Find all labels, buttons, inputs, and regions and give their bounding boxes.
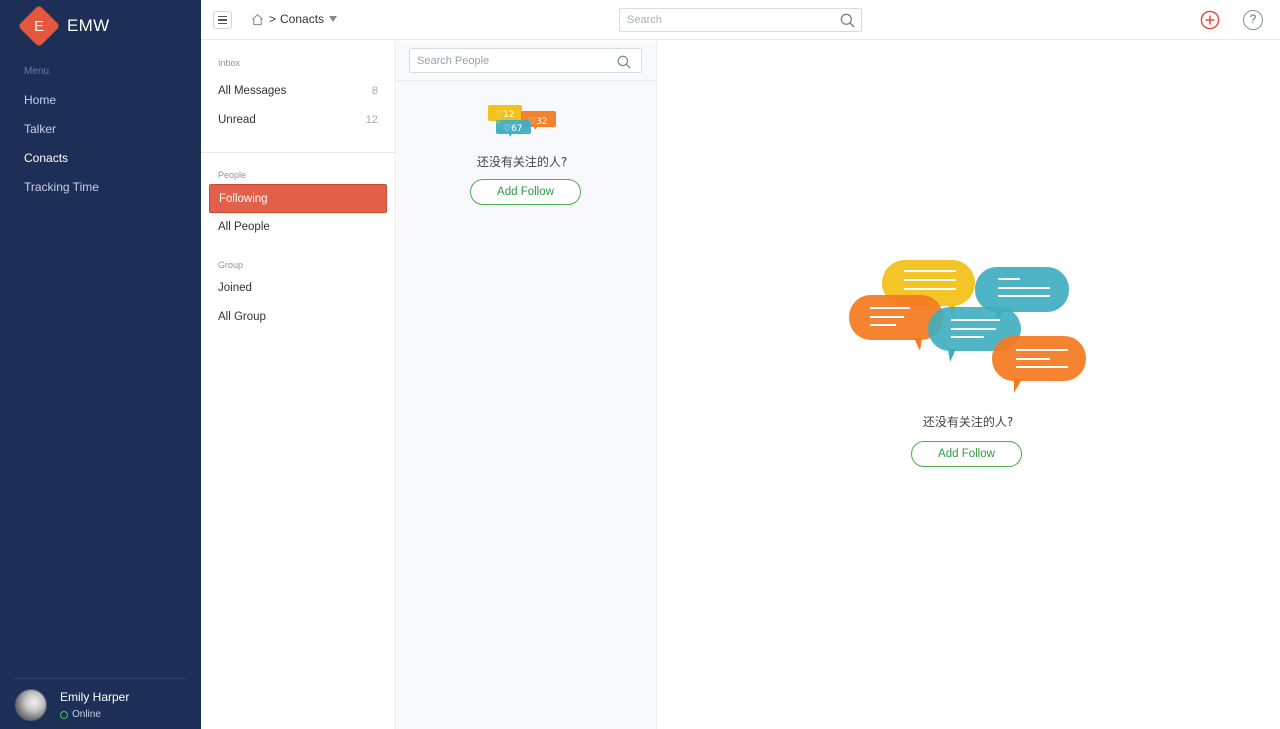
- user-profile[interactable]: Emily Harper Online: [14, 678, 186, 729]
- nav-item-tracking-time[interactable]: Tracking Time: [0, 173, 201, 202]
- badge-followers: ♡67: [503, 124, 523, 134]
- unread-count: 12: [365, 114, 378, 126]
- message-count: 8: [371, 85, 378, 97]
- nav-item-home[interactable]: Home: [0, 86, 201, 115]
- empty-state-text: 还没有关注的人?: [476, 155, 568, 169]
- chat-bubbles-illustration: [849, 260, 1086, 393]
- online-status-icon: [60, 710, 68, 719]
- badge-comments: ♡32: [528, 117, 548, 127]
- inbox-heading: Inbox: [218, 58, 241, 68]
- contacts-subnav: Inbox All Messages 8 Unread 12 People Fo…: [201, 41, 396, 729]
- people-section: People Following All People: [201, 153, 395, 242]
- global-search-input[interactable]: [620, 9, 830, 31]
- subnav-item-label: Unread: [218, 114, 256, 126]
- group-section: Group Joined All Group: [201, 242, 395, 332]
- brand-logo: E: [17, 4, 61, 48]
- nav-item-conacts[interactable]: Conacts: [0, 144, 201, 173]
- subnav-item-label: All Messages: [218, 85, 287, 97]
- sidebar: E EMW Menu Home Talker Conacts Tracking …: [0, 0, 201, 729]
- search-icon[interactable]: [840, 13, 855, 28]
- brand-name: EMW: [67, 16, 110, 35]
- people-heading: People: [218, 170, 247, 180]
- user-name: Emily Harper: [60, 690, 130, 704]
- people-search: [409, 48, 642, 73]
- search-icon[interactable]: [617, 55, 631, 69]
- nav-item-talker[interactable]: Talker: [0, 115, 201, 144]
- breadcrumb-current[interactable]: Conacts: [280, 12, 324, 26]
- user-status: Online: [60, 709, 101, 720]
- inbox-section: Inbox All Messages 8 Unread 12: [201, 41, 395, 153]
- user-status-label: Online: [72, 709, 101, 720]
- main-content: 还没有关注的人? Add Follow: [658, 41, 1280, 729]
- top-bar: > Conacts ?: [201, 0, 1280, 40]
- breadcrumb-separator: >: [269, 12, 277, 26]
- add-icon[interactable]: [1200, 10, 1220, 30]
- subnav-item-all-group[interactable]: All Group: [201, 303, 395, 332]
- brand-logo-letter: E: [33, 17, 44, 35]
- subnav-item-unread[interactable]: Unread 12: [201, 106, 395, 135]
- social-badges-illustration: ♡12 ♡32 ♡67: [488, 105, 556, 137]
- chevron-down-icon[interactable]: [329, 16, 338, 22]
- group-heading: Group: [218, 260, 244, 270]
- add-follow-button[interactable]: Add Follow: [911, 441, 1022, 467]
- add-follow-button[interactable]: Add Follow: [470, 179, 581, 205]
- main-nav: Home Talker Conacts Tracking Time: [0, 86, 201, 202]
- subnav-item-all-messages[interactable]: All Messages 8: [201, 77, 395, 106]
- badge-likes: ♡12: [495, 110, 515, 120]
- people-search-input[interactable]: [410, 49, 605, 72]
- subnav-item-all-people[interactable]: All People: [201, 213, 395, 242]
- menu-toggle-button[interactable]: [213, 11, 232, 29]
- help-icon[interactable]: ?: [1243, 10, 1263, 30]
- home-icon[interactable]: [251, 13, 264, 26]
- brand[interactable]: E EMW: [17, 4, 110, 48]
- avatar: [15, 689, 47, 721]
- menu-heading: Menu: [24, 66, 50, 77]
- subnav-item-following[interactable]: Following: [209, 184, 387, 213]
- people-list-panel: ♡12 ♡32 ♡67 还没有关注的人? Add Follow: [397, 41, 657, 729]
- global-search: [619, 8, 862, 32]
- subnav-item-joined[interactable]: Joined: [201, 274, 395, 303]
- breadcrumb: > Conacts: [251, 12, 338, 26]
- empty-state-text: 还没有关注的人?: [922, 415, 1014, 429]
- people-search-bar: [397, 41, 656, 81]
